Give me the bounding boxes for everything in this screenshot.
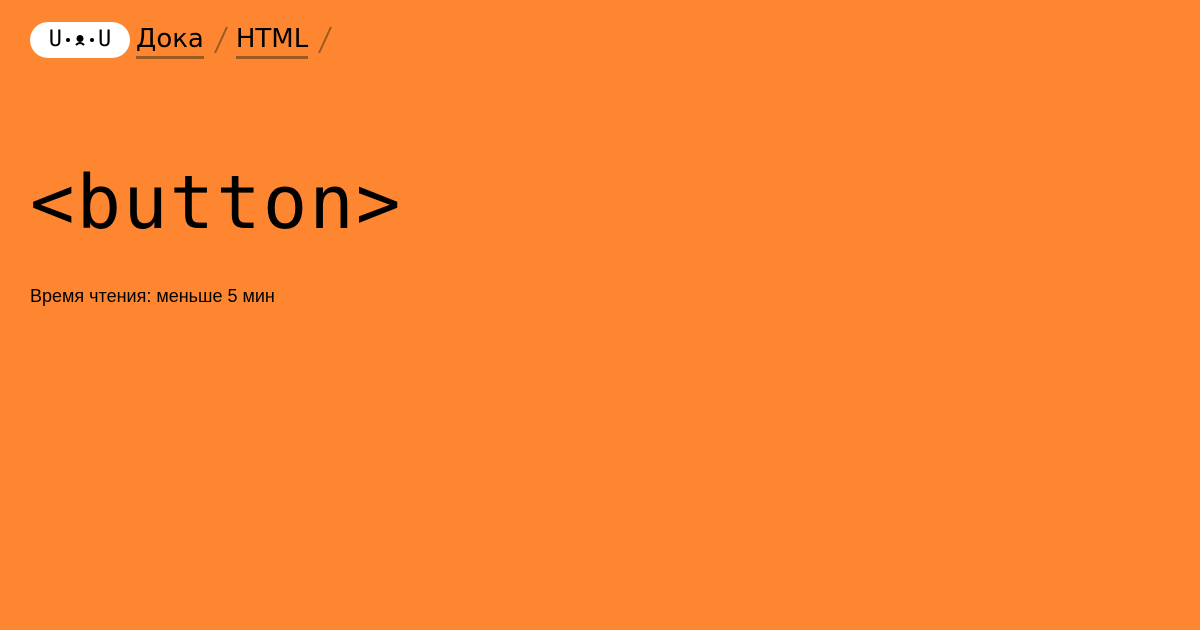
logo-left-letter: U xyxy=(48,27,62,52)
logo-right-letter: U xyxy=(98,27,112,52)
breadcrumb-html-link[interactable]: HTML xyxy=(235,22,309,59)
logo-right-eye xyxy=(90,38,94,42)
logo-left-eye xyxy=(66,38,70,42)
header: U U Дока HTML xyxy=(30,22,334,60)
breadcrumb-doka-link[interactable]: Дока xyxy=(136,22,204,59)
slash-separator-icon xyxy=(213,26,228,54)
page-title: <button> xyxy=(30,160,403,246)
slash-separator-icon xyxy=(318,26,333,54)
reading-time: Время чтения: меньше 5 мин xyxy=(30,286,275,306)
doka-face-logo-icon xyxy=(66,34,94,46)
logo-nose-icon xyxy=(75,35,85,46)
doka-logo-link[interactable]: U U xyxy=(30,22,130,58)
